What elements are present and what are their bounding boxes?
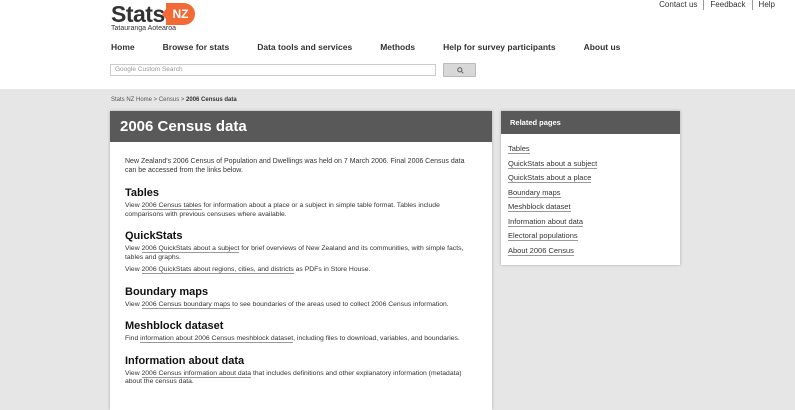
feedback-link[interactable]: Feedback	[703, 0, 751, 10]
section-text: View 2006 Census information about data …	[125, 369, 462, 385]
search-button[interactable]	[443, 63, 476, 77]
main-nav: Home Browse for stats Data tools and ser…	[111, 42, 648, 52]
nav-data-tools-and-services[interactable]: Data tools and services	[257, 42, 352, 52]
section-heading: Meshblock dataset	[125, 320, 224, 332]
nav-help-for-survey-participants[interactable]: Help for survey participants	[443, 42, 555, 52]
breadcrumb-path[interactable]: Stats NZ Home > Census >	[111, 97, 186, 103]
section-text: Find information about 2006 Census meshb…	[125, 335, 460, 343]
page-title: 2006 Census data	[110, 111, 492, 142]
section-text: View 2006 Census boundary maps to see bo…	[125, 300, 449, 309]
section-text: View 2006 QuickStats about a subject for…	[125, 245, 464, 261]
related-pages-panel: Related pages Tables QuickStats about a …	[501, 111, 680, 265]
section-heading: QuickStats	[125, 230, 183, 242]
search-input[interactable]: Google Custom Search	[110, 64, 436, 76]
meshblock-dataset-link[interactable]: information about 2006 Census meshblock …	[140, 335, 294, 343]
related-item-information-about-data[interactable]: Information about data	[508, 216, 673, 227]
related-pages-title: Related pages	[501, 111, 680, 134]
section-text: View 2006 Census tables for information …	[125, 202, 440, 218]
section-heading: Tables	[125, 187, 160, 199]
quickstats-subject-link[interactable]: 2006 QuickStats about a subject	[141, 245, 240, 253]
section-boundary-maps: Boundary maps View 2006 Census boundary …	[125, 286, 476, 310]
information-about-data-link[interactable]: 2006 Census information about data	[141, 369, 252, 378]
section-meshblock-dataset: Meshblock dataset Find information about…	[125, 320, 476, 344]
logo-wordmark: Stats	[111, 1, 165, 27]
logo-tagline: Tatauranga Aotearoa	[111, 25, 176, 32]
nav-home[interactable]: Home	[111, 42, 135, 52]
breadcrumb-current: 2006 Census data	[186, 97, 237, 103]
boundary-maps-link[interactable]: 2006 Census boundary maps	[141, 300, 231, 309]
quickstats-regions-link[interactable]: 2006 QuickStats about regions, cities, a…	[141, 266, 294, 274]
related-item-electoral-populations[interactable]: Electoral populations	[508, 231, 673, 241]
contact-us-link[interactable]: Contact us	[653, 0, 703, 10]
nav-about-us[interactable]: About us	[584, 42, 621, 52]
related-item-quickstats-place[interactable]: QuickStats about a place	[508, 173, 673, 183]
logo-badge: NZ	[162, 3, 195, 25]
main-content-panel: 2006 Census data New Zealand's 2006 Cens…	[110, 111, 492, 410]
related-item-about-2006-census[interactable]: About 2006 Census	[508, 245, 673, 256]
related-item-meshblock-dataset[interactable]: Meshblock dataset	[508, 202, 673, 212]
section-heading: Boundary maps	[125, 285, 209, 298]
nav-browse-for-stats[interactable]: Browse for stats	[163, 42, 230, 52]
section-heading: Information about data	[125, 354, 245, 367]
nav-methods[interactable]: Methods	[380, 42, 415, 52]
section-information-about-data: Information about data View 2006 Census …	[125, 355, 476, 387]
intro-text: New Zealand's 2006 Census of Population …	[125, 158, 465, 174]
related-pages-list: Tables QuickStats about a subject QuickS…	[501, 134, 680, 256]
stats-nz-logo[interactable]: Stats NZ Tatauranga Aotearoa	[111, 1, 195, 35]
breadcrumb: Stats NZ Home > Census > 2006 Census dat…	[111, 97, 237, 103]
section-tables: Tables View 2006 Census tables for infor…	[125, 187, 476, 219]
related-item-tables[interactable]: Tables	[508, 144, 673, 154]
utility-nav: Contact us Feedback Help	[653, 0, 775, 10]
help-link[interactable]: Help	[751, 0, 775, 10]
section-quickstats: QuickStats View 2006 QuickStats about a …	[125, 230, 476, 275]
section-text: View 2006 QuickStats about regions, citi…	[125, 266, 371, 274]
search-icon	[457, 67, 464, 74]
site-header: Stats NZ Tatauranga Aotearoa Contact us …	[0, 0, 795, 89]
related-item-quickstats-subject[interactable]: QuickStats about a subject	[508, 158, 673, 169]
related-item-boundary-maps[interactable]: Boundary maps	[508, 187, 673, 198]
census-tables-link[interactable]: 2006 Census tables	[141, 202, 202, 210]
